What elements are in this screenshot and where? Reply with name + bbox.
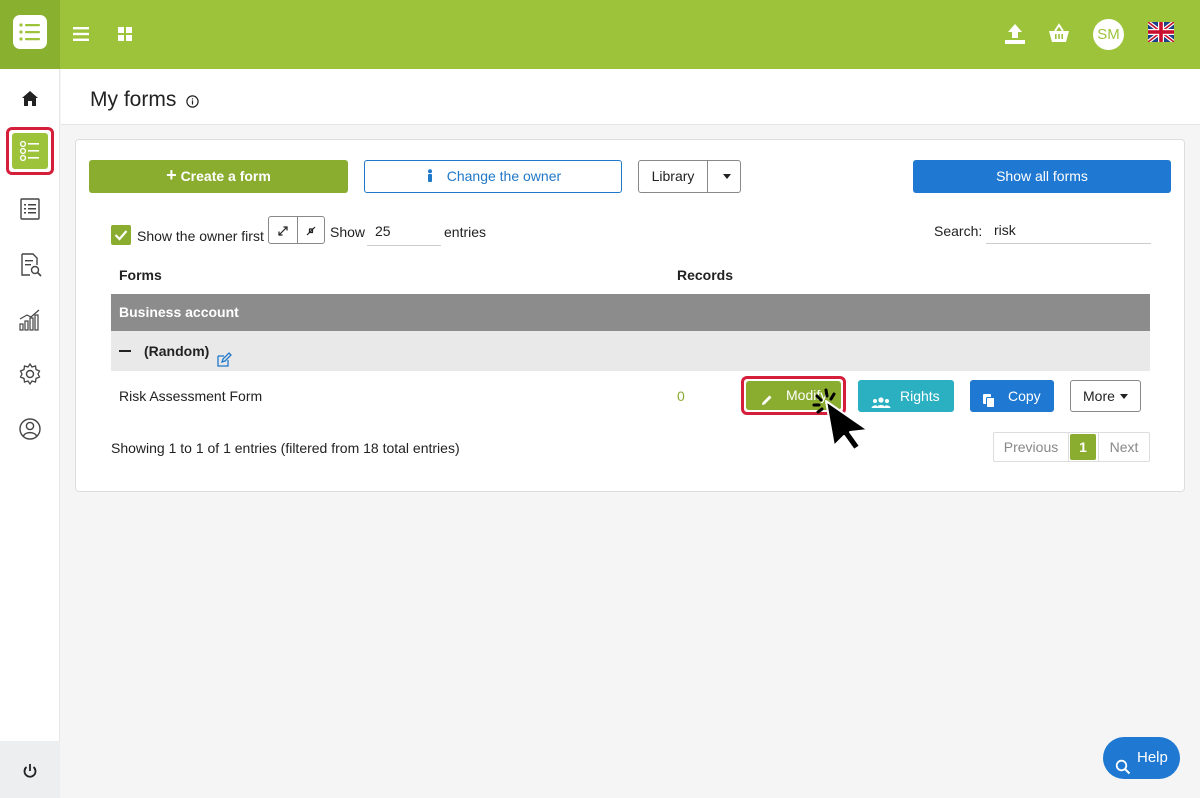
show-owner-first-label: Show the owner first <box>137 228 264 244</box>
gear-icon[interactable] <box>15 359 45 389</box>
library-dropdown[interactable]: Library <box>638 160 741 193</box>
expand-collapse-group <box>268 216 325 244</box>
pencil-icon <box>760 388 774 405</box>
next-page-button[interactable]: Next <box>1098 433 1149 461</box>
document-search-icon[interactable] <box>15 250 45 280</box>
info-icon[interactable] <box>186 95 199 108</box>
show-label: Show <box>330 224 366 240</box>
top-bar: SM <box>0 0 1200 69</box>
rights-label: Rights <box>900 388 940 404</box>
subgroup-row: (Random) <box>111 331 1150 371</box>
forms-list-icon <box>12 133 48 169</box>
previous-page-button[interactable]: Previous <box>994 433 1069 461</box>
hamburger-icon[interactable] <box>71 22 95 46</box>
collapse-minus-icon[interactable] <box>119 350 131 352</box>
search-icon <box>1115 750 1131 775</box>
search-label: Search: <box>934 223 983 239</box>
pointer-cursor-icon <box>812 388 876 452</box>
help-button[interactable]: Help <box>1103 737 1180 779</box>
copy-label: Copy <box>1008 388 1041 404</box>
entries-count-input[interactable]: 25 <box>367 218 441 246</box>
change-owner-button[interactable]: Change the owner <box>364 160 622 193</box>
page-title: My forms <box>90 88 177 111</box>
caret-down-icon <box>1120 394 1128 399</box>
forms-card: + Create a form Change the owner Library… <box>75 139 1185 492</box>
create-form-button[interactable]: + Create a form <box>89 160 348 193</box>
table-row: Risk Assessment Form 0 Modify Rights Cop… <box>111 371 1150 421</box>
plus-icon: + <box>166 165 177 185</box>
collapse-icon[interactable] <box>303 223 319 239</box>
page-1-button[interactable]: 1 <box>1070 434 1096 460</box>
logo-icon <box>13 15 47 49</box>
search-input[interactable]: risk <box>986 218 1151 244</box>
upload-icon[interactable] <box>1003 22 1027 46</box>
stats-icon[interactable] <box>15 305 45 335</box>
home-icon[interactable] <box>15 84 45 114</box>
copy-icon <box>982 388 996 408</box>
page-header: My forms <box>61 69 1200 125</box>
pagination: Previous 1 Next <box>993 432 1150 462</box>
avatar[interactable]: SM <box>1093 19 1124 50</box>
user-circle-icon[interactable] <box>15 414 45 444</box>
copy-button[interactable]: Copy <box>970 380 1054 412</box>
show-all-forms-button[interactable]: Show all forms <box>913 160 1171 193</box>
entries-summary: Showing 1 to 1 of 1 entries (filtered fr… <box>111 440 460 456</box>
person-icon <box>425 163 435 182</box>
column-header-forms[interactable]: Forms <box>119 267 162 283</box>
more-label: More <box>1083 388 1115 404</box>
uk-flag-icon[interactable] <box>1146 20 1176 44</box>
create-form-label: Create a form <box>180 168 271 184</box>
more-dropdown-button[interactable]: More <box>1070 380 1141 412</box>
records-count[interactable]: 0 <box>677 388 685 404</box>
change-owner-label: Change the owner <box>446 168 562 184</box>
group-row: Business account <box>111 294 1150 331</box>
list-icon[interactable] <box>15 194 45 224</box>
app-logo[interactable] <box>0 0 60 69</box>
power-icon[interactable] <box>20 761 40 781</box>
column-header-records[interactable]: Records <box>677 267 733 283</box>
logout-area <box>0 741 60 798</box>
subgroup-label: (Random) <box>144 343 210 359</box>
form-name[interactable]: Risk Assessment Form <box>119 388 262 404</box>
library-label[interactable]: Library <box>639 161 708 192</box>
expand-icon[interactable] <box>275 223 291 239</box>
chevron-down-icon[interactable] <box>723 174 731 179</box>
show-owner-first-checkbox[interactable] <box>111 225 131 245</box>
entries-label: entries <box>444 224 487 240</box>
grid-icon[interactable] <box>115 22 139 46</box>
basket-icon[interactable] <box>1047 22 1071 46</box>
edit-icon[interactable] <box>216 343 232 367</box>
sidebar <box>0 69 60 798</box>
help-label: Help <box>1137 749 1168 766</box>
sidebar-item-forms[interactable] <box>6 127 54 175</box>
